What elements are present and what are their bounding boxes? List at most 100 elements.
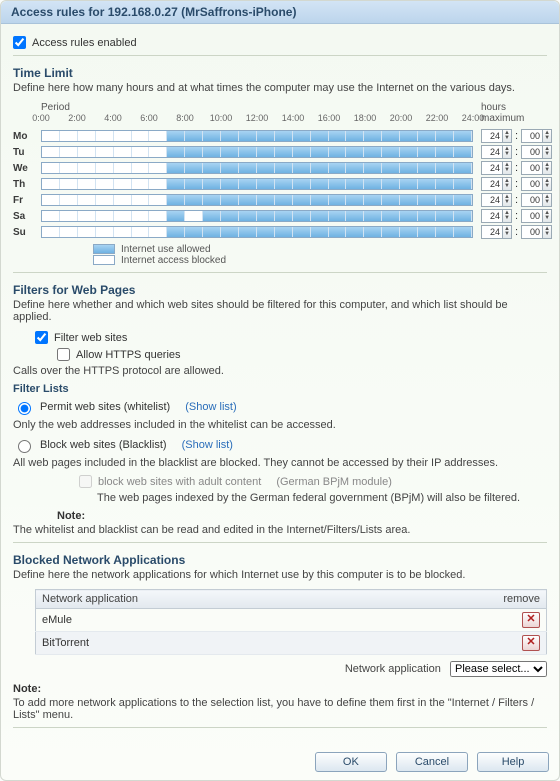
time-bar[interactable] bbox=[41, 226, 473, 238]
colon: : bbox=[515, 178, 518, 190]
day-label: We bbox=[13, 163, 41, 174]
access-rules-enabled-checkbox[interactable] bbox=[13, 36, 26, 49]
time-bar[interactable] bbox=[41, 210, 473, 222]
table-row: BitTorrent ✕ bbox=[36, 632, 547, 655]
max-minutes-input[interactable]: 00 bbox=[521, 209, 543, 223]
filter-sites-row[interactable]: Filter web sites bbox=[35, 331, 547, 344]
blacklist-radio[interactable] bbox=[18, 440, 31, 453]
max-hours-input-arrows[interactable]: ▲▼ bbox=[502, 129, 512, 143]
max-hours-input[interactable]: 24 bbox=[481, 177, 503, 191]
filters-note-text: The whitelist and blacklist can be read … bbox=[13, 524, 547, 536]
time-bar[interactable] bbox=[41, 130, 473, 142]
blocked-apps-note-text: To add more network applications to the … bbox=[13, 697, 547, 721]
filters-desc: Define here whether and which web sites … bbox=[13, 299, 547, 323]
whitelist-sub: Only the web addresses included in the w… bbox=[13, 419, 547, 431]
max-minutes-input-arrows[interactable]: ▲▼ bbox=[542, 177, 552, 191]
max-hours-input[interactable]: 24 bbox=[481, 129, 503, 143]
allow-https-checkbox[interactable] bbox=[57, 348, 70, 361]
max-minutes-input-arrows[interactable]: ▲▼ bbox=[542, 129, 552, 143]
max-minutes-input[interactable]: 00 bbox=[521, 225, 543, 239]
add-app-label: Network application bbox=[345, 663, 441, 675]
ok-button[interactable]: OK bbox=[315, 752, 387, 772]
access-rules-enabled-row[interactable]: Access rules enabled bbox=[13, 36, 547, 49]
max-hours-input-arrows[interactable]: ▲▼ bbox=[502, 225, 512, 239]
time-bar[interactable] bbox=[41, 178, 473, 190]
filters-note-label: Note: bbox=[57, 510, 547, 522]
max-minutes-input-arrows[interactable]: ▲▼ bbox=[542, 225, 552, 239]
divider bbox=[13, 55, 547, 56]
max-minutes-input-arrows[interactable]: ▲▼ bbox=[542, 145, 552, 159]
colon: : bbox=[515, 210, 518, 222]
max-hours-input[interactable]: 24 bbox=[481, 193, 503, 207]
time-limit-table: Period 0:002:004:006:008:0010:0012:0014:… bbox=[13, 102, 547, 266]
time-bar[interactable] bbox=[41, 194, 473, 206]
day-label: Th bbox=[13, 179, 41, 190]
hour-tick: 2:00 bbox=[68, 113, 86, 123]
divider bbox=[13, 542, 547, 543]
remove-button[interactable]: ✕ bbox=[522, 612, 540, 628]
time-row: Th bbox=[13, 176, 473, 192]
max-minutes-input-arrows[interactable]: ▲▼ bbox=[542, 161, 552, 175]
hour-tick: 24:00 bbox=[462, 113, 485, 123]
max-hours-input-arrows[interactable]: ▲▼ bbox=[502, 177, 512, 191]
help-button[interactable]: Help bbox=[477, 752, 549, 772]
app-name-cell: eMule bbox=[36, 609, 487, 632]
filters-title: Filters for Web Pages bbox=[13, 283, 547, 297]
hour-tick: 10:00 bbox=[210, 113, 233, 123]
add-app-select[interactable]: Please select... bbox=[450, 661, 547, 677]
hours-max-label: hoursmaximum bbox=[481, 102, 547, 128]
max-hours-input-arrows[interactable]: ▲▼ bbox=[502, 209, 512, 223]
max-minutes-input[interactable]: 00 bbox=[521, 145, 543, 159]
add-app-row: Network application Please select... bbox=[35, 661, 547, 677]
max-hours-input-arrows[interactable]: ▲▼ bbox=[502, 193, 512, 207]
hour-tick: 8:00 bbox=[176, 113, 194, 123]
access-rules-enabled-label: Access rules enabled bbox=[32, 37, 137, 49]
max-minutes-input[interactable]: 00 bbox=[521, 177, 543, 191]
bpjm-suffix: (German BPjM module) bbox=[276, 476, 392, 488]
hour-tick: 6:00 bbox=[140, 113, 158, 123]
whitelist-showlist-link[interactable]: (Show list) bbox=[185, 401, 236, 413]
max-hours-input-arrows[interactable]: ▲▼ bbox=[502, 161, 512, 175]
legend-blocked-label: Internet access blocked bbox=[121, 255, 226, 266]
dialog-buttons: OK Cancel Help bbox=[1, 746, 559, 780]
time-row: Su bbox=[13, 224, 473, 240]
allow-https-row[interactable]: Allow HTTPS queries bbox=[57, 348, 547, 361]
remove-button[interactable]: ✕ bbox=[522, 635, 540, 651]
table-row: eMule ✕ bbox=[36, 609, 547, 632]
cancel-button[interactable]: Cancel bbox=[396, 752, 468, 772]
period-label: Period bbox=[41, 102, 473, 113]
max-minutes-input-arrows[interactable]: ▲▼ bbox=[542, 193, 552, 207]
filter-lists-title: Filter Lists bbox=[13, 383, 547, 395]
max-hours-input[interactable]: 24 bbox=[481, 161, 503, 175]
hour-tick: 14:00 bbox=[282, 113, 305, 123]
access-rules-panel: Access rules for 192.168.0.27 (MrSaffron… bbox=[0, 0, 560, 781]
time-row: We bbox=[13, 160, 473, 176]
day-label: Fr bbox=[13, 195, 41, 206]
whitelist-radio[interactable] bbox=[18, 402, 31, 415]
allow-https-sub: Calls over the HTTPS protocol are allowe… bbox=[13, 365, 547, 377]
max-minutes-input[interactable]: 00 bbox=[521, 129, 543, 143]
max-minutes-input[interactable]: 00 bbox=[521, 193, 543, 207]
whitelist-label: Permit web sites (whitelist) bbox=[40, 401, 170, 413]
blacklist-showlist-link[interactable]: (Show list) bbox=[182, 439, 233, 451]
max-hours-input[interactable]: 24 bbox=[481, 225, 503, 239]
day-label: Mo bbox=[13, 131, 41, 142]
app-name-cell: BitTorrent bbox=[36, 632, 487, 655]
hour-tick: 0:00 bbox=[32, 113, 50, 123]
time-limit-title: Time Limit bbox=[13, 66, 547, 80]
panel-title: Access rules for 192.168.0.27 (MrSaffron… bbox=[1, 1, 559, 24]
time-bar[interactable] bbox=[41, 162, 473, 174]
whitelist-row[interactable]: Permit web sites (whitelist) (Show list) bbox=[13, 399, 547, 415]
max-hours-input[interactable]: 24 bbox=[481, 145, 503, 159]
hours-max-row: 24▲▼:00▲▼ bbox=[481, 128, 547, 144]
max-minutes-input[interactable]: 00 bbox=[521, 161, 543, 175]
max-hours-input[interactable]: 24 bbox=[481, 209, 503, 223]
allow-https-label: Allow HTTPS queries bbox=[76, 349, 181, 361]
max-hours-input-arrows[interactable]: ▲▼ bbox=[502, 145, 512, 159]
blacklist-row[interactable]: Block web sites (Blacklist) (Show list) bbox=[13, 437, 547, 453]
divider bbox=[13, 727, 547, 728]
time-bar[interactable] bbox=[41, 146, 473, 158]
colon: : bbox=[515, 226, 518, 238]
max-minutes-input-arrows[interactable]: ▲▼ bbox=[542, 209, 552, 223]
filter-sites-checkbox[interactable] bbox=[35, 331, 48, 344]
